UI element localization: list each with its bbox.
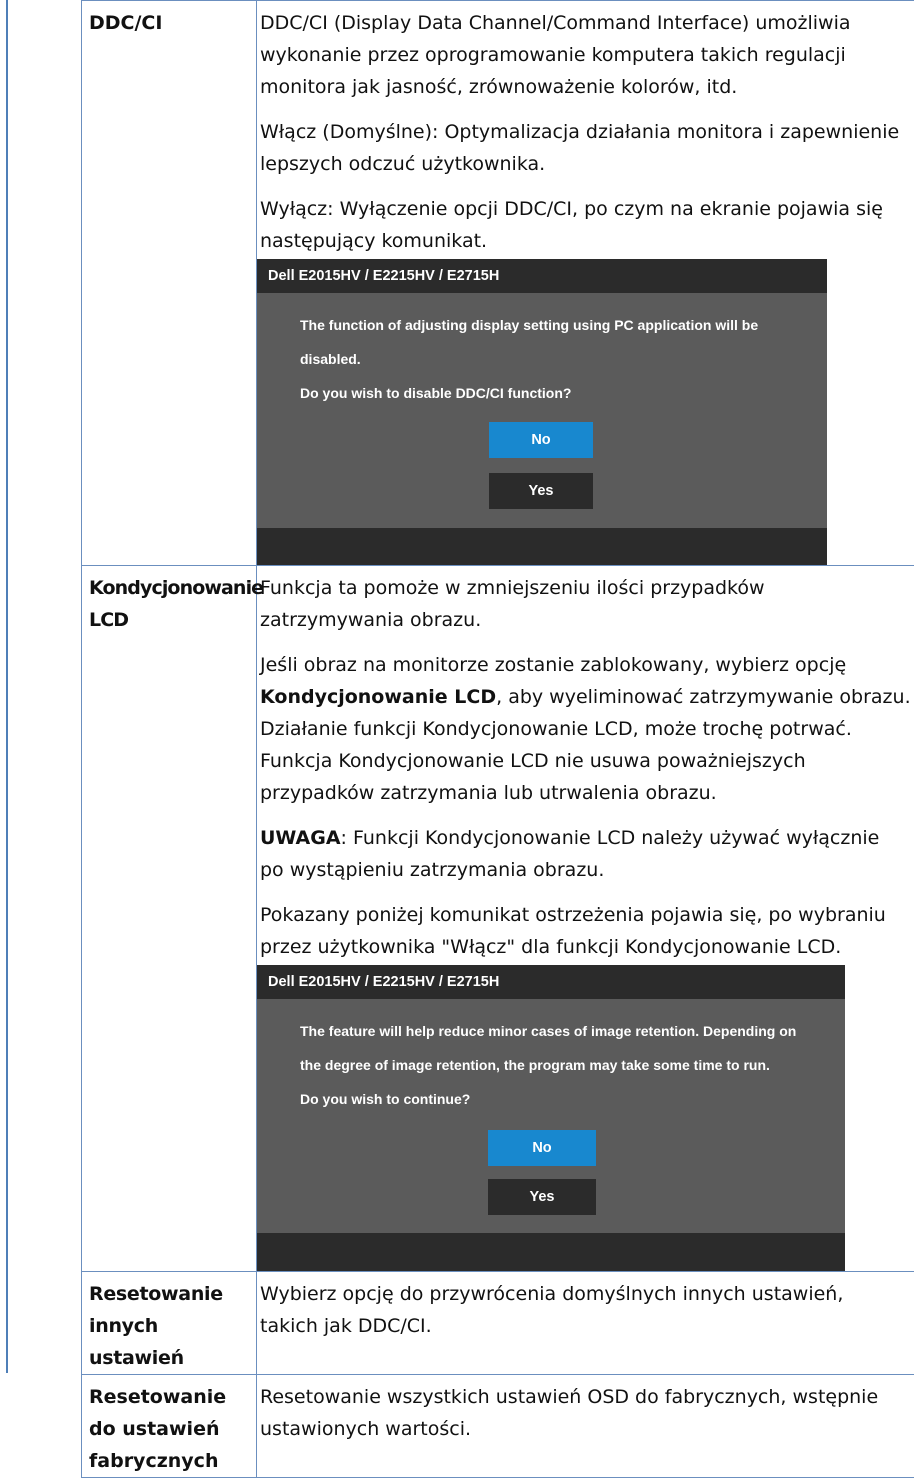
text-line: Funkcja Kondycjonowanie LCD nie usuwa po… (260, 745, 914, 777)
text-line: zatrzymywania obrazu. (260, 604, 914, 636)
row-label-text: innych ustawień (89, 1310, 251, 1374)
text-line: monitora jak jasność, zrównoważenie kolo… (260, 71, 914, 103)
osd-dialog-footer (257, 528, 827, 565)
text-line: po wystąpieniu zatrzymania obrazu. (260, 854, 914, 886)
osd-button-group: No Yes (300, 1130, 845, 1233)
row-label-text: DDC/CI (89, 12, 162, 34)
paragraph-reset-other: Wybierz opcję do przywrócenia domyślnych… (260, 1278, 914, 1342)
osd-dialog-body: The function of adjusting display settin… (257, 293, 827, 528)
text-line: Resetowanie wszystkich ustawień OSD do f… (260, 1381, 914, 1413)
text-line: takich jak DDC/CI. (260, 1310, 914, 1342)
paragraph-factory-reset: Resetowanie wszystkich ustawień OSD do f… (260, 1381, 914, 1445)
paragraph-ddc-ci-on: Włącz (Domyślne): Optymalizacja działani… (260, 116, 914, 180)
osd-dialog-body: The feature will help reduce minor cases… (257, 999, 845, 1233)
paragraph-lcd-intro: Funkcja ta pomoże w zmniejszeniu ilości … (260, 572, 914, 636)
left-margin-rule (6, 0, 8, 1373)
row-label-lcd-conditioning: Kondycjonowanie LCD (82, 566, 257, 1272)
table-row-reset-other: Resetowanie innych ustawień Wybierz opcj… (82, 1272, 914, 1375)
row-label-text: Resetowanie (89, 1278, 251, 1310)
text-line: Kondycjonowanie LCD, aby wyeliminować za… (260, 681, 914, 713)
yes-button[interactable]: Yes (488, 1179, 596, 1215)
osd-button-group: No Yes (300, 422, 827, 528)
note-label: UWAGA (260, 827, 341, 849)
paragraph-ddc-ci-off: Wyłącz: Wyłączenie opcji DDC/CI, po czym… (260, 193, 914, 257)
table-row-factory-reset: Resetowanie do ustawień fabrycznych Rese… (82, 1375, 914, 1478)
row-description-factory-reset: Resetowanie wszystkich ustawień OSD do f… (257, 1375, 914, 1478)
row-description-reset-other: Wybierz opcję do przywrócenia domyślnych… (257, 1272, 914, 1375)
osd-dialog-ddc-ci: Dell E2015HV / E2215HV / E2715H The func… (257, 259, 827, 565)
osd-dialog-title: Dell E2015HV / E2215HV / E2715H (257, 965, 845, 999)
osd-menu-settings-table: DDC/CI DDC/CI (Display Data Channel/Comm… (81, 0, 914, 1478)
text-line: UWAGA: Funkcji Kondycjonowanie LCD należ… (260, 822, 914, 854)
paragraph-lcd-note: UWAGA: Funkcji Kondycjonowanie LCD należ… (260, 822, 914, 886)
no-button[interactable]: No (488, 1130, 596, 1166)
text-line: ustawionych wartości. (260, 1413, 914, 1445)
osd-dialog-footer (257, 1233, 845, 1271)
row-label-ddc-ci: DDC/CI (82, 1, 257, 566)
osd-message-line: The function of adjusting display settin… (300, 308, 827, 342)
row-label-factory-reset: Resetowanie do ustawień fabrycznych (82, 1375, 257, 1478)
text-fragment: : Funkcji Kondycjonowanie LCD należy uży… (341, 827, 880, 849)
text-fragment: , aby wyeliminować zatrzymywanie obrazu. (496, 686, 911, 708)
row-label-reset-other: Resetowanie innych ustawień (82, 1272, 257, 1375)
paragraph-lcd-warning: Pokazany poniżej komunikat ostrzeżenia p… (260, 899, 914, 963)
row-label-text: fabrycznych (89, 1445, 251, 1477)
row-label-text: do ustawień (89, 1413, 251, 1445)
text-line: Wyłącz: Wyłączenie opcji DDC/CI, po czym… (260, 193, 914, 225)
text-line: przez użytkownika "Włącz" dla funkcji Ko… (260, 931, 914, 963)
text-line: lepszych odczuć użytkownika. (260, 148, 914, 180)
osd-message-line: The feature will help reduce minor cases… (300, 1014, 845, 1048)
text-line: Funkcja ta pomoże w zmniejszeniu ilości … (260, 572, 914, 604)
osd-dialog-lcd-conditioning: Dell E2015HV / E2215HV / E2715H The feat… (257, 965, 845, 1271)
row-label-text: Resetowanie (89, 1381, 251, 1413)
text-line: Pokazany poniżej komunikat ostrzeżenia p… (260, 899, 914, 931)
text-line: Włącz (Domyślne): Optymalizacja działani… (260, 116, 914, 148)
yes-button[interactable]: Yes (489, 473, 593, 509)
text-line: Działanie funkcji Kondycjonowanie LCD, m… (260, 713, 914, 745)
row-description-lcd-conditioning: Funkcja ta pomoże w zmniejszeniu ilości … (257, 566, 914, 1272)
row-description-ddc-ci: DDC/CI (Display Data Channel/Command Int… (257, 1, 914, 566)
osd-dialog-title: Dell E2015HV / E2215HV / E2715H (257, 259, 827, 293)
text-line: przypadków zatrzymania lub utrwalenia ob… (260, 777, 914, 809)
text-line: następujący komunikat. (260, 225, 914, 257)
no-button[interactable]: No (489, 422, 593, 458)
osd-message-line: the degree of image retention, the progr… (300, 1048, 845, 1082)
osd-question-line: Do you wish to disable DDC/CI function? (300, 376, 827, 410)
text-line: Jeśli obraz na monitorze zostanie zablok… (260, 649, 914, 681)
text-line: DDC/CI (Display Data Channel/Command Int… (260, 7, 914, 39)
paragraph-lcd-usage: Jeśli obraz na monitorze zostanie zablok… (260, 649, 914, 809)
table-row-ddc-ci: DDC/CI DDC/CI (Display Data Channel/Comm… (82, 1, 914, 566)
osd-question-line: Do you wish to continue? (300, 1082, 845, 1116)
row-label-text: LCD (89, 604, 251, 636)
paragraph-ddc-ci-intro: DDC/CI (Display Data Channel/Command Int… (260, 7, 914, 103)
osd-message-line: disabled. (300, 342, 827, 376)
text-line: wykonanie przez oprogramowanie komputera… (260, 39, 914, 71)
row-label-text: Kondycjonowanie (89, 572, 251, 604)
text-line: Wybierz opcję do przywrócenia domyślnych… (260, 1278, 914, 1310)
option-name-emphasis: Kondycjonowanie LCD (260, 686, 496, 708)
table-row-lcd-conditioning: Kondycjonowanie LCD Funkcja ta pomoże w … (82, 566, 914, 1272)
